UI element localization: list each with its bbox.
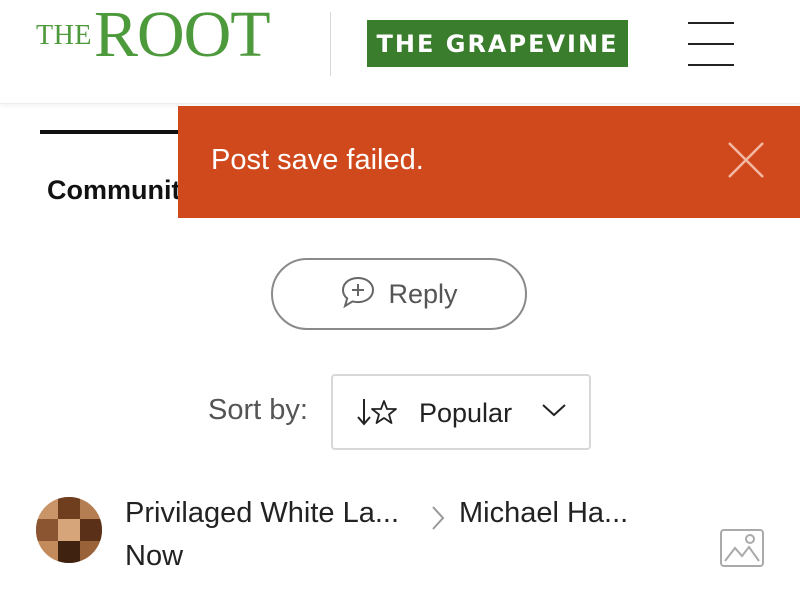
reply-label: Reply bbox=[388, 278, 458, 309]
error-toast: Post save failed. bbox=[178, 106, 800, 218]
sort-dropdown[interactable]: Popular bbox=[331, 374, 591, 450]
comment-timestamp: Now bbox=[125, 540, 184, 572]
header-divider bbox=[330, 12, 331, 76]
logo-root-text: ROOT bbox=[93, 0, 271, 71]
chevron-down-icon bbox=[541, 402, 567, 423]
speech-bubble-plus-icon bbox=[340, 275, 376, 314]
avatar[interactable] bbox=[36, 497, 102, 563]
site-header: THE ROOT THE GRAPEVINE bbox=[0, 0, 800, 104]
site-logo[interactable]: THE ROOT bbox=[36, 0, 271, 72]
grapevine-section-button[interactable]: THE GRAPEVINE bbox=[367, 20, 628, 67]
reply-to-user[interactable]: Michael Ha... bbox=[459, 497, 628, 530]
sort-star-icon bbox=[355, 396, 399, 433]
sort-label: Sort by: bbox=[208, 394, 308, 426]
reply-button[interactable]: Reply bbox=[271, 258, 527, 330]
close-icon[interactable] bbox=[727, 141, 765, 179]
logo-the-text: THE bbox=[36, 20, 92, 51]
comment-author[interactable]: Privilaged White La... bbox=[125, 497, 399, 530]
hamburger-icon[interactable] bbox=[688, 22, 734, 66]
tab-active-underline bbox=[40, 130, 190, 134]
toast-message: Post save failed. bbox=[211, 144, 424, 176]
tab-community[interactable]: Communit bbox=[47, 175, 180, 206]
sort-selected-value: Popular bbox=[419, 398, 513, 428]
image-icon[interactable] bbox=[719, 528, 765, 573]
chevron-right-icon bbox=[430, 503, 446, 538]
